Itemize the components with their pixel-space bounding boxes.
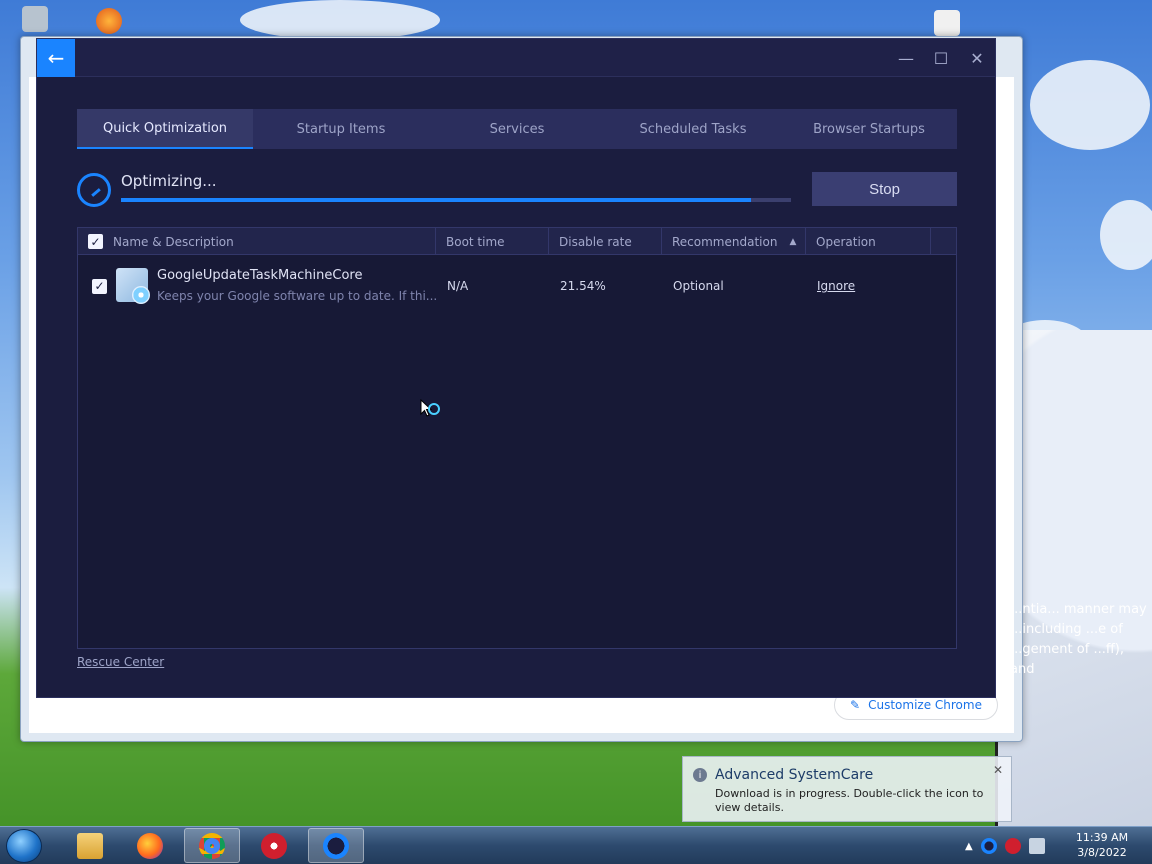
taskbar-chrome[interactable] xyxy=(184,828,240,863)
cloud xyxy=(1100,200,1152,270)
minimize-icon: — xyxy=(898,48,914,68)
tab-scheduled-tasks[interactable]: Scheduled Tasks xyxy=(605,109,781,149)
advanced-systemcare-icon xyxy=(323,832,349,859)
taskbar-firefox[interactable] xyxy=(122,828,178,863)
tab-startup-items[interactable]: Startup Items xyxy=(253,109,429,149)
row-checkbox[interactable]: ✓ xyxy=(92,278,107,294)
start-button[interactable] xyxy=(6,829,42,863)
optimization-status: Optimizing... Stop xyxy=(77,172,957,212)
header-operation-label: Operation xyxy=(816,234,876,249)
progress-bar xyxy=(121,198,791,202)
title-bar: ← — ☐ ✕ xyxy=(37,39,995,77)
file-desktop-icon[interactable] xyxy=(934,10,960,36)
maximize-button[interactable]: ☐ xyxy=(930,47,952,69)
items-table: ✓ Name & Description Boot time Disable r… xyxy=(77,227,957,649)
select-all-checkbox[interactable]: ✓ xyxy=(88,234,103,249)
header-name[interactable]: ✓ Name & Description xyxy=(78,228,436,255)
item-operation-cell: Ignore xyxy=(817,256,855,316)
firefox-desktop-icon[interactable] xyxy=(96,8,122,34)
notification-title: Advanced SystemCare xyxy=(715,767,874,783)
system-tray: ▲ xyxy=(965,827,1045,864)
item-name: GoogleUpdateTaskMachineCore xyxy=(157,268,363,283)
clock-date: 3/8/2022 xyxy=(1077,846,1127,859)
speedometer-icon xyxy=(77,173,111,207)
iobit-malware-icon xyxy=(261,832,287,859)
table-row[interactable]: ✓ GoogleUpdateTaskMachineCore Keeps your… xyxy=(78,256,956,316)
recycle-bin-icon[interactable] xyxy=(22,6,48,32)
progress-fill xyxy=(121,198,751,202)
item-boot-time: N/A xyxy=(447,279,469,293)
asc-tray-icon[interactable] xyxy=(980,838,997,854)
advanced-systemcare-window: ← — ☐ ✕ Quick Optimization Startup Items… xyxy=(36,38,996,698)
minimize-button[interactable]: — xyxy=(895,47,917,69)
header-boot-time-label: Boot time xyxy=(446,234,505,249)
stop-button[interactable]: Stop xyxy=(812,172,957,206)
row-checkbox-cell: ✓ xyxy=(92,256,107,316)
clock-time: 11:39 AM xyxy=(1075,831,1129,844)
desktop-background-text: ...ntia... manner may ...including ...e … xyxy=(1010,602,1147,677)
cloud xyxy=(240,0,440,40)
info-icon: i xyxy=(693,768,707,782)
arrow-left-icon: ← xyxy=(47,46,65,70)
status-text: Optimizing... xyxy=(121,172,217,190)
header-disable-rate-label: Disable rate xyxy=(559,234,632,249)
close-button[interactable]: ✕ xyxy=(966,47,988,69)
rescue-center-link[interactable]: Rescue Center xyxy=(77,655,164,669)
item-disable-rate: 21.54% xyxy=(560,279,606,293)
cloud xyxy=(1030,60,1150,150)
tab-quick-optimization[interactable]: Quick Optimization xyxy=(77,109,253,149)
folder-icon xyxy=(77,832,103,859)
ignore-link[interactable]: Ignore xyxy=(817,279,855,293)
header-operation[interactable]: Operation xyxy=(806,228,931,255)
iobit-tray-icon[interactable] xyxy=(1004,838,1021,854)
tab-bar: Quick Optimization Startup Items Service… xyxy=(77,109,957,149)
taskbar-iobit[interactable] xyxy=(246,828,302,863)
item-recommendation: Optional xyxy=(673,279,724,293)
header-boot-time[interactable]: Boot time xyxy=(436,228,549,255)
taskbar: ▲ 11:39 AM 3/8/2022 xyxy=(0,826,1152,864)
notification-close-button[interactable]: ✕ xyxy=(993,763,1003,777)
tab-services[interactable]: Services xyxy=(429,109,605,149)
checkmark-icon: ✓ xyxy=(90,234,101,249)
firefox-icon xyxy=(137,832,163,859)
header-recommendation-label: Recommendation xyxy=(672,234,778,249)
notification-body: Download is in progress. Double-click th… xyxy=(715,787,984,814)
busy-cursor-icon xyxy=(420,399,440,417)
taskbar-clock[interactable]: 11:39 AM 3/8/2022 xyxy=(1072,830,1132,860)
table-header: ✓ Name & Description Boot time Disable r… xyxy=(78,228,956,255)
header-disable-rate[interactable]: Disable rate xyxy=(549,228,662,255)
tray-notification[interactable]: i Advanced SystemCare Download is in pro… xyxy=(682,756,1012,822)
customize-chrome-label: Customize Chrome xyxy=(868,698,982,712)
maximize-icon: ☐ xyxy=(933,48,949,68)
sort-ascending-icon: ▲ xyxy=(789,236,797,247)
pencil-icon: ✎ xyxy=(850,698,861,712)
taskbar-advanced-systemcare[interactable] xyxy=(308,828,364,863)
scheduled-task-icon xyxy=(116,268,150,304)
header-recommendation[interactable]: Recommendation ▲ xyxy=(662,228,806,255)
network-icon[interactable] xyxy=(1028,838,1045,854)
checkmark-icon: ✓ xyxy=(94,279,105,293)
show-hidden-icons-button[interactable]: ▲ xyxy=(965,841,973,852)
header-name-label: Name & Description xyxy=(113,234,234,249)
tab-browser-startups[interactable]: Browser Startups xyxy=(781,109,957,149)
taskbar-explorer[interactable] xyxy=(62,828,118,863)
close-icon: ✕ xyxy=(992,763,1003,777)
back-button[interactable]: ← xyxy=(37,39,75,77)
item-description: Keeps your Google software up to date. I… xyxy=(157,289,437,303)
close-icon: ✕ xyxy=(970,48,984,68)
chrome-icon xyxy=(199,832,225,859)
